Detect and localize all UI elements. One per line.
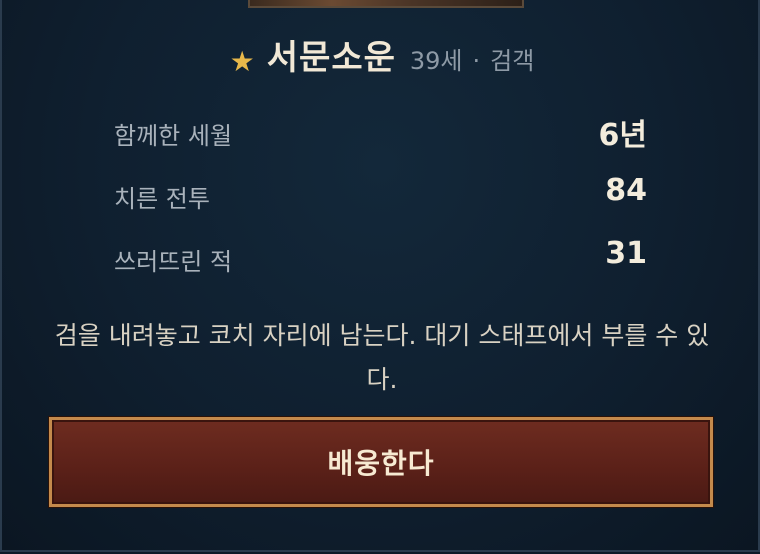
- stat-value: 6년: [598, 118, 647, 153]
- farewell-button-label: 배웅한다: [327, 447, 435, 480]
- stat-row-years: 함께한 세월 6년: [112, 110, 647, 173]
- character-age: 39세: [409, 47, 463, 75]
- stat-label: 쓰러뜨린 적: [114, 248, 233, 276]
- stat-value: 31: [605, 236, 647, 271]
- star-icon: ★: [229, 45, 255, 78]
- character-portrait: [248, 0, 524, 8]
- retire-description: 검을 내려놓고 코치 자리에 남는다. 대기 스태프에서 부를 수 있다.: [54, 321, 710, 394]
- retire-dialog-panel: ★ 서문소운 39세 · 검객 함께한 세월 6년 치른 전투 84 쓰러뜨린 …: [0, 0, 760, 552]
- stat-row-battles: 치른 전투 84: [112, 173, 647, 236]
- farewell-button[interactable]: 배웅한다: [49, 417, 713, 507]
- stat-value: 84: [605, 173, 647, 208]
- stats-list: 함께한 세월 6년 치른 전투 84 쓰러뜨린 적 31: [112, 110, 647, 299]
- character-name: 서문소운: [266, 38, 396, 78]
- stat-label: 치른 전투: [114, 185, 210, 213]
- meta-separator: ·: [472, 47, 481, 75]
- character-title-row: ★ 서문소운 39세 · 검객: [2, 30, 760, 82]
- stat-label: 함께한 세월: [114, 122, 233, 150]
- character-class: 검객: [490, 47, 535, 75]
- stat-row-kills: 쓰러뜨린 적 31: [112, 236, 647, 299]
